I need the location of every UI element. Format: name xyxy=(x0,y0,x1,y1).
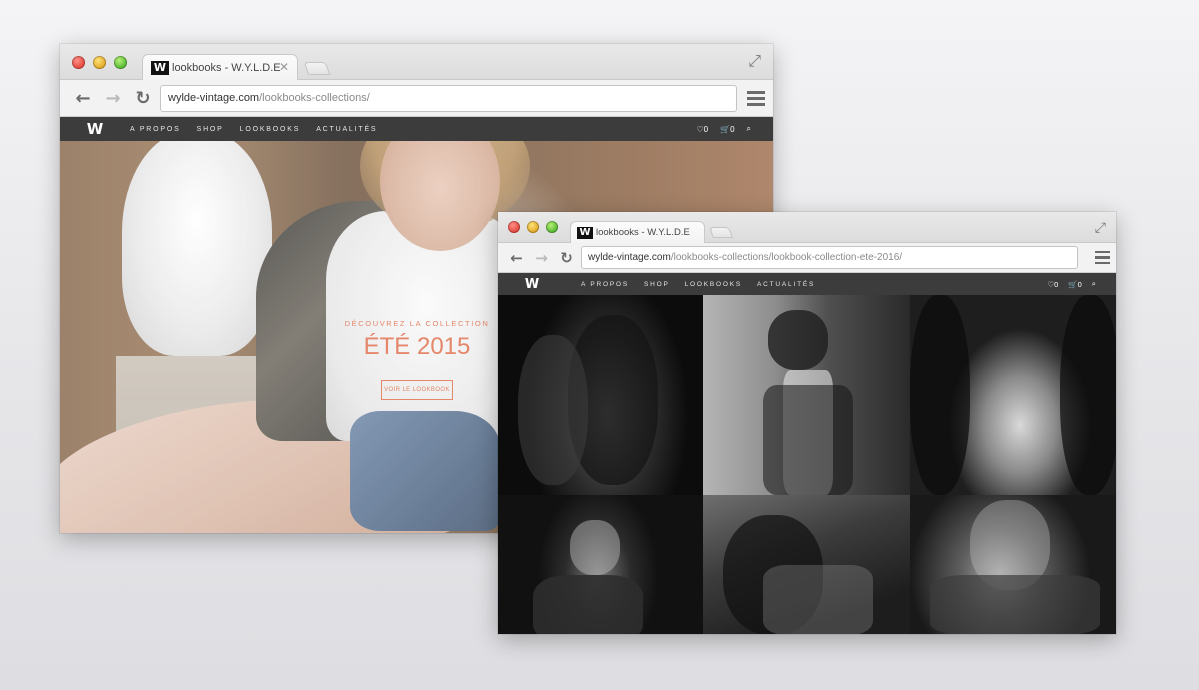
nav-link-shop[interactable]: SHOP xyxy=(197,126,224,133)
nav-icons: ♡0 🛒0 ⌕ xyxy=(696,124,773,134)
url-host: wylde-vintage.com xyxy=(168,92,260,104)
cart-count: 0 xyxy=(1077,279,1082,289)
heart-icon: ♡ xyxy=(696,124,704,134)
forward-icon[interactable]: → xyxy=(529,249,554,267)
browser-window-front: W lookbooks - W.Y.L.D.E ⤢ ← → ↻ wylde-vi… xyxy=(498,212,1116,634)
close-window-button[interactable] xyxy=(72,56,85,69)
lookbook-photo[interactable] xyxy=(703,295,910,495)
hero-kicker: DÉCOUVREZ LA COLLECTION xyxy=(344,319,490,328)
lookbook-photo[interactable] xyxy=(498,295,703,495)
cart-icon: 🛒 xyxy=(1068,279,1078,289)
minimize-window-button[interactable] xyxy=(93,56,106,69)
title-bar: W lookbooks - W.Y.L.D.E ✕ ⤢ xyxy=(60,44,773,80)
url-path: /lookbooks-collections/lookbook-collecti… xyxy=(670,252,903,263)
hero-title: ÉTÉ 2015 xyxy=(363,333,471,360)
nav-icons: ♡0 🛒0 ⌕ xyxy=(1047,279,1116,289)
cart-icon: 🛒 xyxy=(720,124,731,134)
nav-link-a-propos[interactable]: A PROPOS xyxy=(130,126,181,133)
zoom-window-button[interactable] xyxy=(546,221,558,233)
search-icon[interactable]: ⌕ xyxy=(1092,279,1096,289)
address-bar[interactable]: wylde-vintage.com/lookbooks-collections/ xyxy=(160,84,737,112)
url-host: wylde-vintage.com xyxy=(588,252,671,263)
reload-icon[interactable]: ↻ xyxy=(554,249,579,267)
back-icon[interactable]: ← xyxy=(504,249,529,267)
nav-links: A PROPOS SHOP LOOKBOOKS ACTUALITÉS xyxy=(114,126,377,133)
wylde-logo-icon: W xyxy=(151,60,169,75)
reload-icon[interactable]: ↻ xyxy=(128,88,158,109)
browser-toolbar: ← → ↻ wylde-vintage.com/lookbooks-collec… xyxy=(498,243,1116,273)
browser-tab[interactable]: W lookbooks - W.Y.L.D.E xyxy=(570,221,705,243)
browser-toolbar: ← → ↻ wylde-vintage.com/lookbooks-collec… xyxy=(60,80,773,117)
cart-button[interactable]: 🛒0 xyxy=(1068,280,1082,289)
wishlist-count: 0 xyxy=(703,124,709,134)
browser-tab[interactable]: W lookbooks - W.Y.L.D.E ✕ xyxy=(142,54,298,80)
nav-link-lookbooks[interactable]: LOOKBOOKS xyxy=(240,126,301,133)
browser-menu-icon[interactable] xyxy=(747,90,765,106)
window-controls xyxy=(508,221,558,233)
cart-button[interactable]: 🛒0 xyxy=(720,125,734,134)
tab-close-icon[interactable]: ✕ xyxy=(279,60,289,74)
back-icon[interactable]: ← xyxy=(68,88,98,109)
title-bar: W lookbooks - W.Y.L.D.E ⤢ xyxy=(498,212,1116,243)
site-logo[interactable]: W xyxy=(522,277,542,292)
close-window-button[interactable] xyxy=(508,221,520,233)
wishlist-button[interactable]: ♡0 xyxy=(696,125,708,134)
lookbook-photo[interactable] xyxy=(703,495,910,634)
wishlist-button[interactable]: ♡0 xyxy=(1047,280,1058,289)
lookbook-gallery xyxy=(498,295,1116,634)
site-nav: W A PROPOS SHOP LOOKBOOKS ACTUALITÉS ♡0 … xyxy=(498,273,1116,295)
fullscreen-icon[interactable]: ⤢ xyxy=(748,53,761,71)
nav-link-a-propos[interactable]: A PROPOS xyxy=(581,281,629,288)
hero-text: DÉCOUVREZ LA COLLECTION ÉTÉ 2015 VOIR LE… xyxy=(342,319,492,400)
lookbook-photo[interactable] xyxy=(910,295,1116,495)
new-tab-button[interactable] xyxy=(303,62,331,75)
url-path: /lookbooks-collections/ xyxy=(259,92,370,104)
wishlist-count: 0 xyxy=(1054,279,1059,289)
new-tab-button[interactable] xyxy=(708,227,734,238)
tab-title: lookbooks - W.Y.L.D.E xyxy=(596,227,690,238)
cart-count: 0 xyxy=(730,124,735,134)
search-icon[interactable]: ⌕ xyxy=(747,124,751,134)
site-logo[interactable]: W xyxy=(84,120,106,138)
browser-menu-icon[interactable] xyxy=(1095,250,1110,265)
address-bar[interactable]: wylde-vintage.com/lookbooks-collections/… xyxy=(581,246,1078,269)
nav-links: A PROPOS SHOP LOOKBOOKS ACTUALITÉS xyxy=(566,281,815,288)
window-controls xyxy=(72,56,127,69)
lookbook-photo[interactable] xyxy=(498,495,703,634)
fullscreen-icon[interactable]: ⤢ xyxy=(1095,219,1106,236)
wylde-logo-icon: W xyxy=(577,226,593,239)
nav-link-actualites[interactable]: ACTUALITÉS xyxy=(316,126,377,133)
site-nav: W A PROPOS SHOP LOOKBOOKS ACTUALITÉS ♡0 … xyxy=(60,117,773,141)
nav-link-lookbooks[interactable]: LOOKBOOKS xyxy=(685,281,742,288)
tab-title: lookbooks - W.Y.L.D.E xyxy=(172,61,281,74)
zoom-window-button[interactable] xyxy=(114,56,127,69)
nav-link-shop[interactable]: SHOP xyxy=(644,281,670,288)
lookbook-photo[interactable] xyxy=(910,495,1116,634)
view-lookbook-button[interactable]: VOIR LE LOOKBOOK xyxy=(381,380,453,400)
forward-icon[interactable]: → xyxy=(98,88,128,109)
nav-link-actualites[interactable]: ACTUALITÉS xyxy=(757,281,815,288)
minimize-window-button[interactable] xyxy=(527,221,539,233)
